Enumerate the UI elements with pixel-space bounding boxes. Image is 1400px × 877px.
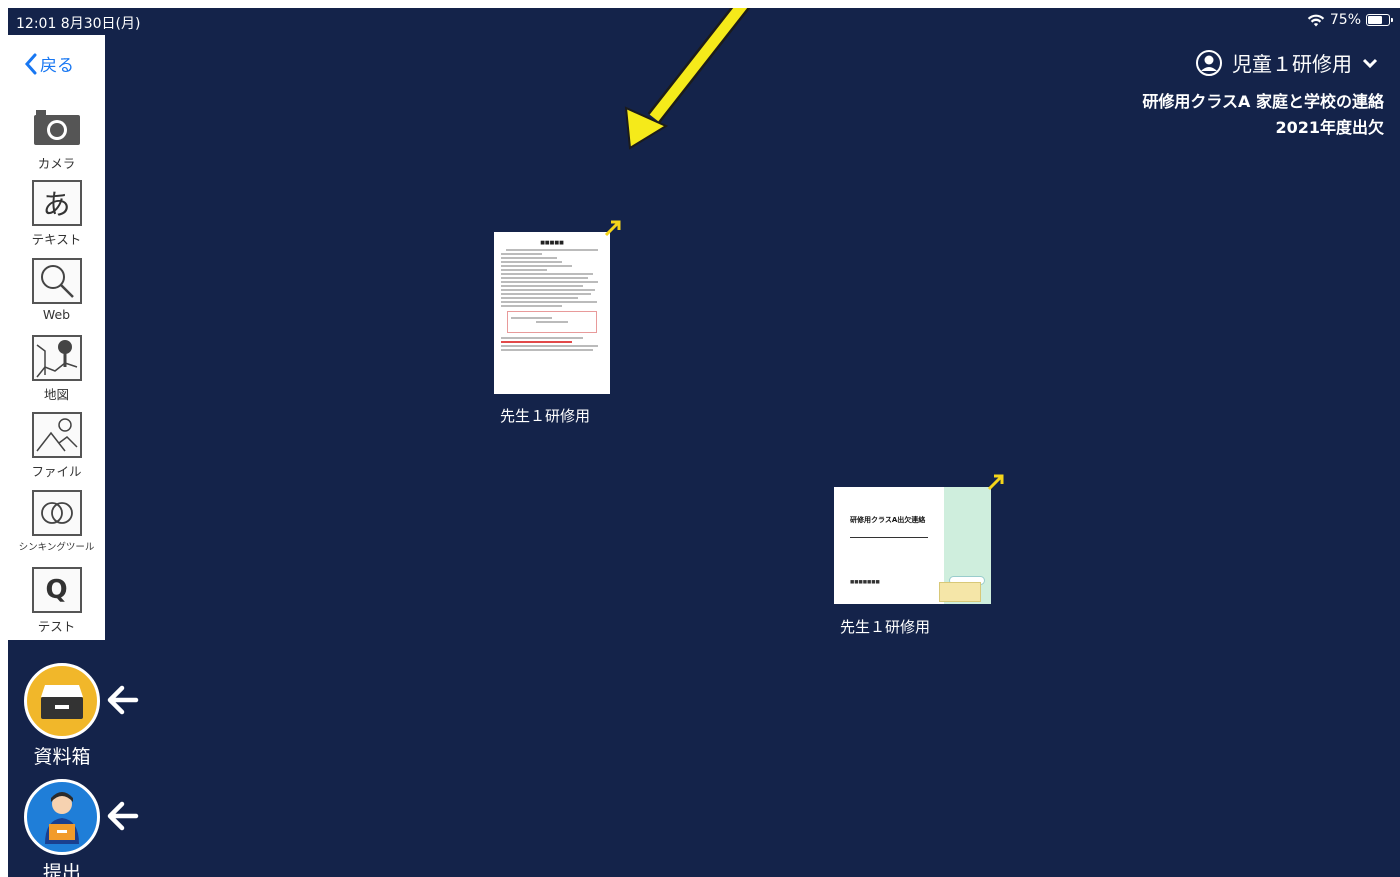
back-label: 戻る bbox=[40, 56, 74, 76]
open-arrow-icon[interactable] bbox=[986, 472, 1006, 492]
image-file-icon bbox=[31, 412, 82, 458]
tool-web[interactable]: Web bbox=[8, 257, 105, 322]
slide-title: 研修用クラスA出欠連絡 bbox=[850, 516, 926, 524]
arrow-left-icon bbox=[107, 685, 139, 715]
tool-label: 地図 bbox=[43, 387, 69, 402]
tool-camera[interactable]: カメラ bbox=[8, 103, 105, 172]
chevron-down-icon bbox=[1362, 58, 1378, 68]
arrow-left-icon bbox=[107, 801, 139, 831]
inbox-tray-icon bbox=[41, 685, 83, 719]
card-owner: 先生１研修用 bbox=[840, 618, 931, 636]
chevron-left-icon bbox=[24, 53, 37, 74]
annotation-arrow-icon bbox=[624, 8, 751, 150]
canvas[interactable]: 12:01 8月30日(月) 75% 戻る カメラ あ テキスト Web 地図 … bbox=[8, 8, 1400, 877]
user-menu[interactable]: 児童１研修用 bbox=[1196, 48, 1378, 77]
tool-map[interactable]: 地図 bbox=[8, 334, 105, 403]
tool-label: カメラ bbox=[37, 156, 76, 171]
user-avatar-icon bbox=[1196, 49, 1222, 76]
quiz-icon: Q bbox=[31, 567, 82, 613]
tool-label: ファイル bbox=[31, 464, 82, 479]
card-document-thumbnail[interactable]: ■■■■■ bbox=[494, 232, 610, 394]
battery-icon bbox=[1366, 14, 1393, 26]
materials-box-button[interactable] bbox=[24, 663, 100, 739]
text-a-icon: あ bbox=[31, 180, 82, 226]
magnifier-icon bbox=[31, 258, 82, 304]
tool-label: Web bbox=[42, 307, 71, 322]
status-right: 75% bbox=[1307, 12, 1393, 28]
battery-percent: 75% bbox=[1329, 12, 1361, 28]
materials-box-label: 資料箱 bbox=[33, 746, 91, 768]
tool-label: テスト bbox=[37, 619, 76, 634]
tool-text[interactable]: あ テキスト bbox=[8, 179, 105, 248]
tool-label: テキスト bbox=[31, 232, 82, 247]
back-button[interactable]: 戻る bbox=[24, 51, 74, 76]
map-pin-icon bbox=[31, 335, 82, 381]
card-slide-thumbnail[interactable]: 研修用クラスA出欠連絡 ■■■■■■■ bbox=[834, 487, 991, 604]
card-owner: 先生１研修用 bbox=[500, 407, 591, 425]
camera-icon bbox=[31, 103, 83, 151]
class-name: 研修用クラスA 家庭と学校の連絡 bbox=[1142, 92, 1384, 111]
open-arrow-icon[interactable] bbox=[603, 218, 623, 238]
venn-icon bbox=[31, 490, 82, 536]
tool-test[interactable]: Q テスト bbox=[8, 566, 105, 635]
tool-file[interactable]: ファイル bbox=[8, 411, 105, 480]
tool-thinking[interactable]: シンキングツール bbox=[8, 489, 105, 553]
user-name: 児童１研修用 bbox=[1232, 52, 1352, 76]
submit-button[interactable] bbox=[24, 779, 100, 855]
document-title: 2021年度出欠 bbox=[1275, 118, 1384, 137]
tool-sidebar: 戻る カメラ あ テキスト Web 地図 ファイル シンキングツール Q テスト bbox=[8, 35, 105, 640]
tool-label: シンキングツール bbox=[18, 542, 95, 553]
status-time: 12:01 8月30日(月) bbox=[16, 16, 141, 32]
wifi-icon bbox=[1307, 14, 1325, 26]
student-submit-icon bbox=[45, 792, 79, 844]
submit-label: 提出 bbox=[42, 862, 81, 877]
